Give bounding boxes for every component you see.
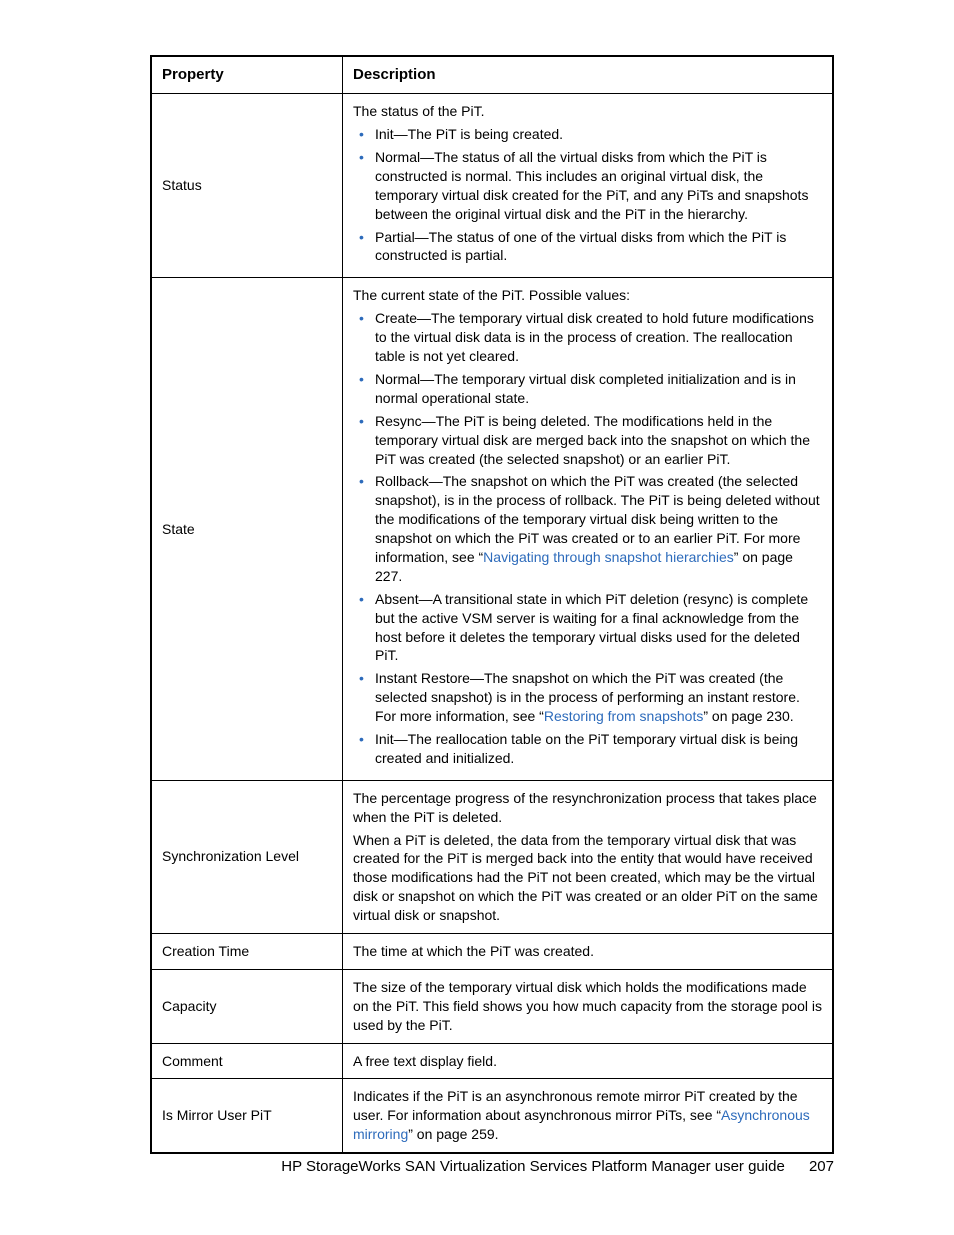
property-cell: Synchronization Level	[151, 780, 343, 933]
header-description: Description	[343, 56, 834, 94]
property-cell: Comment	[151, 1043, 343, 1079]
paragraph: When a PiT is deleted, the data from the…	[353, 831, 822, 925]
paragraph: The time at which the PiT was created.	[353, 942, 822, 961]
footer-title: HP StorageWorks SAN Virtualization Servi…	[281, 1158, 785, 1175]
property-cell: Capacity	[151, 969, 343, 1043]
paragraph: The percentage progress of the resynchro…	[353, 789, 822, 827]
list-item: Partial—The status of one of the virtual…	[353, 228, 822, 266]
header-property: Property	[151, 56, 343, 94]
list-item: Create—The temporary virtual disk create…	[353, 309, 822, 366]
list-item: Absent—A transitional state in which PiT…	[353, 590, 822, 666]
list-item: Normal—The temporary virtual disk comple…	[353, 370, 822, 408]
list-item: Instant Restore—The snapshot on which th…	[353, 669, 822, 726]
page-footer: HP StorageWorks SAN Virtualization Servi…	[281, 1158, 834, 1175]
paragraph: Indicates if the PiT is an asynchronous …	[353, 1087, 822, 1144]
text-run: ” on page 230.	[703, 708, 793, 724]
property-cell: Creation Time	[151, 933, 343, 969]
table-row: Comment A free text display field.	[151, 1043, 833, 1079]
description-cell: Indicates if the PiT is an asynchronous …	[343, 1079, 834, 1153]
description-cell: The current state of the PiT. Possible v…	[343, 278, 834, 780]
text-run: ” on page 259.	[408, 1126, 498, 1142]
properties-table: Property Description Status The status o…	[150, 55, 834, 1154]
table-row: Capacity The size of the temporary virtu…	[151, 969, 833, 1043]
page: Property Description Status The status o…	[0, 0, 954, 1235]
description-cell: The percentage progress of the resynchro…	[343, 780, 834, 933]
link-navigating[interactable]: Navigating through snapshot hierarchies	[483, 549, 734, 565]
list-item: Init—The PiT is being created.	[353, 125, 822, 144]
table-row: Synchronization Level The percentage pro…	[151, 780, 833, 933]
description-cell: The time at which the PiT was created.	[343, 933, 834, 969]
bullet-list: Init—The PiT is being created. Normal—Th…	[353, 125, 822, 265]
table-row: Status The status of the PiT. Init—The P…	[151, 94, 833, 278]
table-row: Creation Time The time at which the PiT …	[151, 933, 833, 969]
link-restoring[interactable]: Restoring from snapshots	[544, 708, 704, 724]
description-cell: The status of the PiT. Init—The PiT is b…	[343, 94, 834, 278]
list-item: Resync—The PiT is being deleted. The mod…	[353, 412, 822, 469]
list-item: Init—The reallocation table on the PiT t…	[353, 730, 822, 768]
page-number: 207	[809, 1158, 834, 1175]
property-cell: State	[151, 278, 343, 780]
paragraph: A free text display field.	[353, 1052, 822, 1071]
description-cell: The size of the temporary virtual disk w…	[343, 969, 834, 1043]
table-header-row: Property Description	[151, 56, 833, 94]
bullet-list: Create—The temporary virtual disk create…	[353, 309, 822, 767]
table-row: Is Mirror User PiT Indicates if the PiT …	[151, 1079, 833, 1153]
description-intro: The status of the PiT.	[353, 102, 822, 121]
table-row: State The current state of the PiT. Poss…	[151, 278, 833, 780]
list-item: Normal—The status of all the virtual dis…	[353, 148, 822, 224]
paragraph: The size of the temporary virtual disk w…	[353, 978, 822, 1035]
description-cell: A free text display field.	[343, 1043, 834, 1079]
property-cell: Is Mirror User PiT	[151, 1079, 343, 1153]
description-intro: The current state of the PiT. Possible v…	[353, 286, 822, 305]
property-cell: Status	[151, 94, 343, 278]
list-item: Rollback—The snapshot on which the PiT w…	[353, 472, 822, 585]
